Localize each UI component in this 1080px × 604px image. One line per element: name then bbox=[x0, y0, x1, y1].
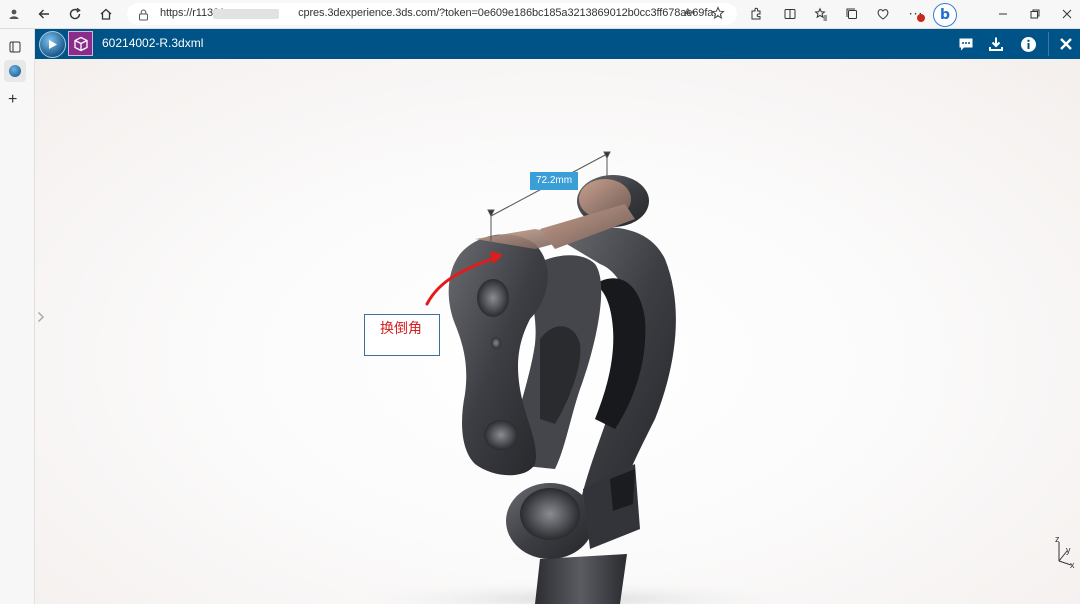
info-icon[interactable] bbox=[1018, 34, 1038, 54]
tab-actions-icon[interactable] bbox=[8, 40, 22, 59]
3d-model-render[interactable]: z y x bbox=[35, 59, 1080, 604]
3dplay-app-icon[interactable] bbox=[68, 31, 93, 56]
axis-z-label: z bbox=[1055, 534, 1060, 544]
3d-viewport[interactable]: z y x 72.2mm 换倒角 bbox=[35, 59, 1080, 604]
browser-toolbar: https://r11321 cpres.3dexperience.3ds.com… bbox=[0, 0, 1080, 29]
tab-favicon-icon bbox=[9, 65, 21, 77]
active-tab[interactable] bbox=[4, 60, 26, 82]
app-header: 60214002-R.3dxml bbox=[35, 29, 1080, 59]
minimize-icon[interactable] bbox=[993, 4, 1013, 24]
site-info-icon[interactable] bbox=[138, 8, 149, 26]
axis-y-label: y bbox=[1066, 545, 1071, 555]
bracket-part[interactable] bbox=[448, 175, 676, 604]
browser-essentials-icon[interactable] bbox=[873, 4, 893, 24]
copilot-icon[interactable]: b bbox=[933, 3, 957, 27]
browser-side-strip: + bbox=[0, 29, 35, 604]
read-aloud-icon[interactable]: Aᴬ bbox=[684, 7, 695, 19]
annotation-text: 换倒角 bbox=[380, 321, 422, 337]
close-viewer-icon[interactable] bbox=[1056, 34, 1076, 54]
extensions-icon[interactable] bbox=[746, 4, 766, 24]
close-window-icon[interactable] bbox=[1057, 4, 1077, 24]
split-screen-icon[interactable] bbox=[780, 4, 800, 24]
axis-x-label: x bbox=[1070, 560, 1075, 570]
comment-icon[interactable] bbox=[956, 34, 976, 54]
url-redaction bbox=[213, 9, 279, 19]
restore-icon[interactable] bbox=[1025, 4, 1045, 24]
collections-icon[interactable] bbox=[842, 4, 862, 24]
back-icon[interactable] bbox=[34, 4, 54, 24]
favorite-star-icon[interactable] bbox=[711, 6, 725, 25]
annotation-box[interactable]: 换倒角 bbox=[364, 314, 440, 356]
dimension-label[interactable]: 72.2mm bbox=[530, 172, 578, 190]
refresh-icon[interactable] bbox=[65, 4, 85, 24]
more-options-icon[interactable]: ··· bbox=[906, 4, 926, 24]
favorites-icon[interactable] bbox=[811, 4, 831, 24]
3dexperience-compass-icon[interactable] bbox=[39, 31, 66, 58]
address-bar[interactable]: https://r11321 cpres.3dexperience.3ds.com… bbox=[127, 3, 737, 25]
new-tab-icon[interactable]: + bbox=[8, 91, 17, 109]
header-separator bbox=[1048, 32, 1049, 56]
file-title: 60214002-R.3dxml bbox=[102, 36, 204, 50]
home-icon[interactable] bbox=[96, 4, 116, 24]
profile-icon[interactable] bbox=[4, 4, 24, 24]
download-icon[interactable] bbox=[986, 34, 1006, 54]
